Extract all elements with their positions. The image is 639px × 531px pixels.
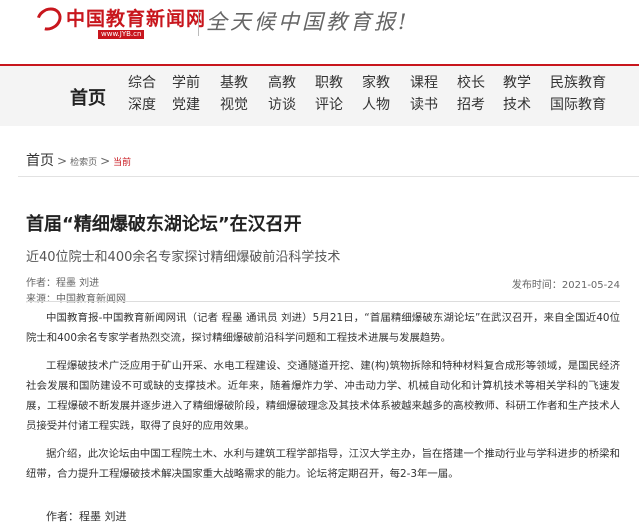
nav-item[interactable]: 评论 [315, 96, 362, 114]
breadcrumb-separator: > [100, 154, 111, 168]
nav-item[interactable]: 高教 [268, 74, 315, 92]
breadcrumb-current: 当前 [113, 158, 132, 168]
nav-item[interactable]: 招考 [457, 96, 503, 114]
article-title: 首届“精细爆破东湖论坛”在汉召开 [26, 214, 302, 235]
nav-item[interactable]: 读书 [410, 96, 457, 114]
logo-url: www.JYB.cn [98, 30, 145, 39]
nav-item[interactable]: 访谈 [268, 96, 315, 114]
nav-item[interactable]: 视觉 [220, 96, 268, 114]
nav-item[interactable]: 家教 [362, 74, 410, 92]
breadcrumb-level2[interactable]: 检索页 [70, 155, 97, 168]
nav-grid: 综合 学前 基教 高教 职教 家教 课程 校长 教学 民族教育 深度 党建 视觉… [128, 74, 610, 114]
nav-item[interactable]: 党建 [172, 96, 220, 114]
logo-text: 中国教育新闻网 [66, 8, 207, 30]
nav-item[interactable]: 技术 [503, 96, 550, 114]
nav-item[interactable]: 教学 [503, 74, 550, 92]
article-date: 发布时间：2021-05-24 [511, 280, 620, 291]
nav-item[interactable]: 综合 [128, 74, 172, 92]
article-paragraph: 工程爆破技术广泛应用于矿山开采、水电工程建设、交通隧道开挖、建(构)筑物拆除和特… [26, 360, 620, 432]
nav-home[interactable]: 首页 [70, 84, 106, 110]
nav-item[interactable]: 国际教育 [550, 96, 610, 114]
article-subtitle: 近40位院士和400余名专家探讨精细爆破前沿科学技术 [26, 250, 341, 265]
logo-swoosh-icon [32, 2, 66, 36]
breadcrumb: 首页 > 检索页 > 当前 [26, 150, 131, 170]
breadcrumb-separator: > [57, 154, 68, 168]
article-divider [26, 301, 620, 302]
article-paragraph: 据介绍，此次论坛由中国工程院土木、水利与建筑工程学部指导，江汉大学主办，旨在搭建… [26, 448, 620, 480]
main-nav: 首页 综合 学前 基教 高教 职教 家教 课程 校长 教学 民族教育 深度 党建… [0, 64, 639, 126]
article-body: 中国教育报-中国教育新闻网讯（记者 程墨 通讯员 刘进）5月21日，“首届精细爆… [26, 308, 620, 492]
article-footer-author: 作者：程墨 刘进 [46, 510, 127, 523]
slogan-divider [198, 10, 199, 36]
article-meta: 作者：程墨 刘进 来源：中国教育新闻网 发布时间：2021-05-24 [26, 276, 620, 308]
site-logo[interactable]: 中国教育新闻网 [32, 2, 207, 36]
nav-item[interactable]: 基教 [220, 74, 268, 92]
breadcrumb-divider [18, 176, 639, 177]
breadcrumb-home[interactable]: 首页 [26, 150, 54, 170]
nav-item[interactable]: 民族教育 [550, 74, 610, 92]
article-paragraph: 中国教育报-中国教育新闻网讯（记者 程墨 通讯员 刘进）5月21日，“首届精细爆… [26, 312, 620, 344]
nav-item[interactable]: 课程 [410, 74, 457, 92]
nav-item[interactable]: 人物 [362, 96, 410, 114]
site-header: 中国教育新闻网 www.JYB.cn 全天候中国教育报! [0, 0, 639, 44]
nav-item[interactable]: 深度 [128, 96, 172, 114]
site-slogan: 全天候中国教育报! [206, 10, 410, 34]
nav-item[interactable]: 职教 [315, 74, 362, 92]
article-source: 来源：中国教育新闻网 [26, 294, 126, 305]
nav-item[interactable]: 学前 [172, 74, 220, 92]
nav-item[interactable]: 校长 [457, 74, 503, 92]
